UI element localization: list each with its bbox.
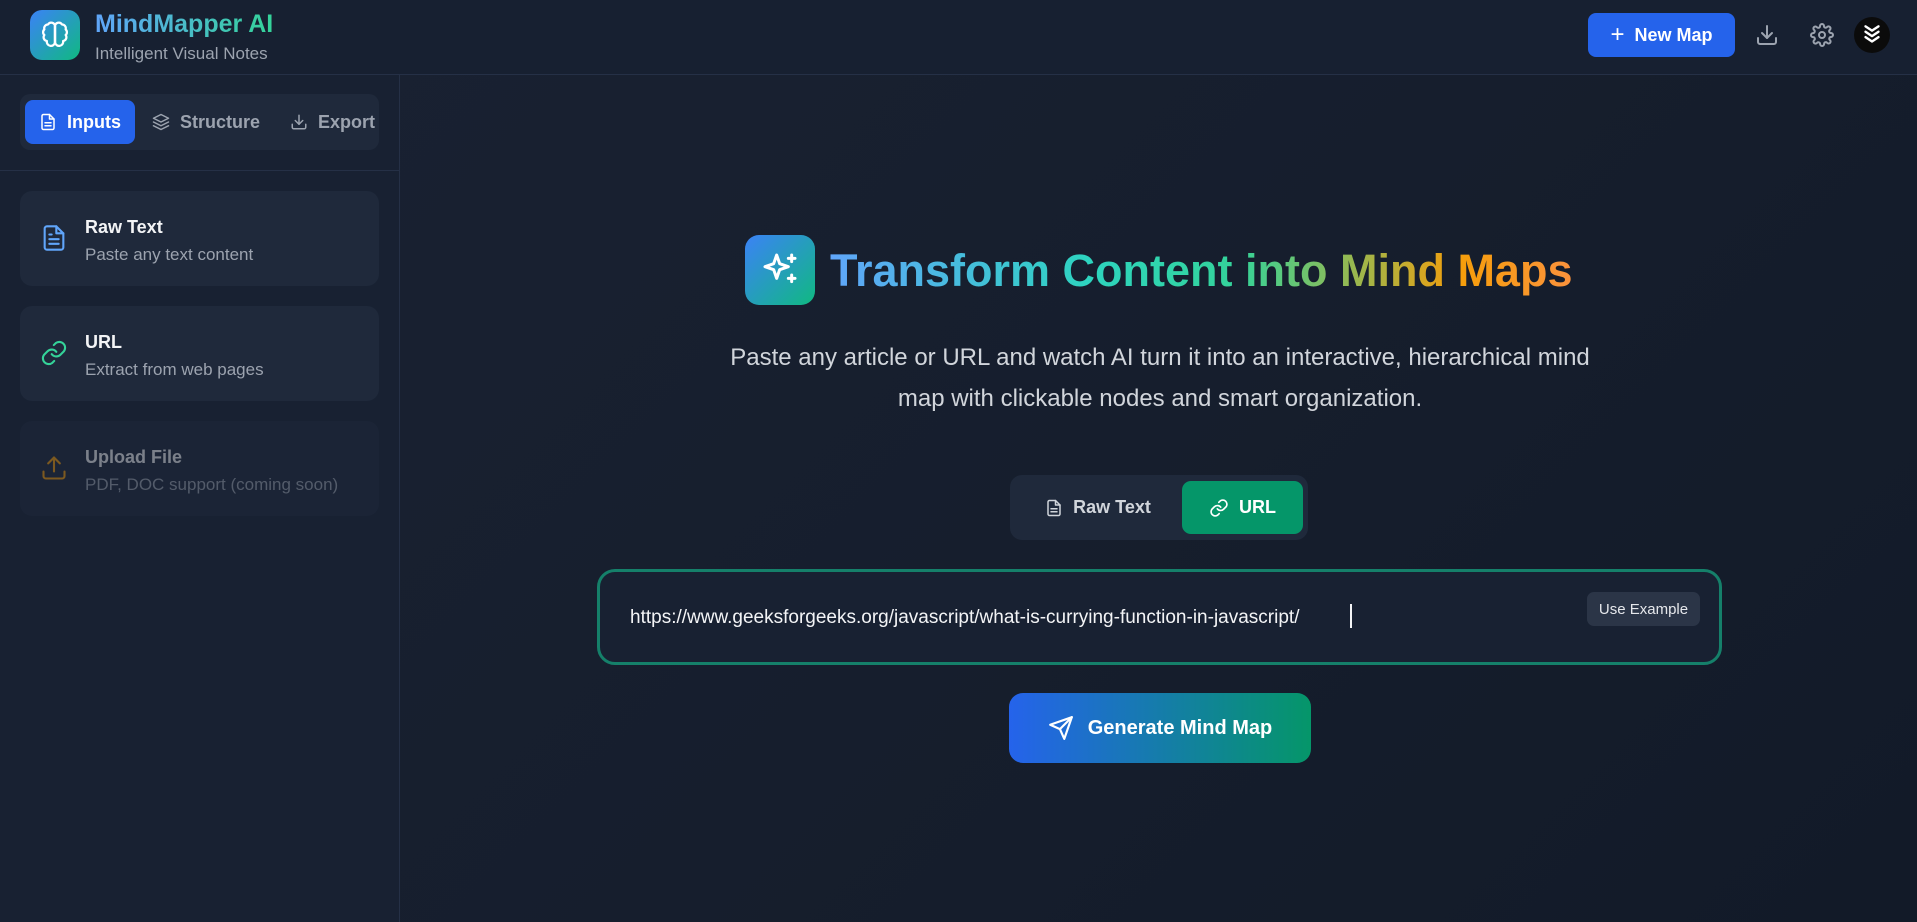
text-caret <box>1350 604 1352 628</box>
plus-icon: + <box>1610 21 1625 48</box>
input-option-description: PDF, DOC support (coming soon) <box>85 475 339 494</box>
input-option-description: Extract from web pages <box>85 360 264 379</box>
mode-url-button[interactable]: URL <box>1182 481 1303 534</box>
avatar[interactable] <box>1854 17 1890 53</box>
sidebar: Inputs Structure Export Raw Text Paste a… <box>0 75 400 922</box>
input-option-title: Raw Text <box>85 217 163 237</box>
app-header: MindMapper AI Intelligent Visual Notes +… <box>0 0 1917 75</box>
mode-url-label: URL <box>1239 497 1276 517</box>
new-map-label: New Map <box>1634 24 1713 45</box>
page-title: Transform Content into Mind Maps <box>830 245 1573 296</box>
input-option-title: Upload File <box>85 447 183 467</box>
file-text-icon <box>1047 499 1061 516</box>
app-title: MindMapper AI <box>95 10 274 38</box>
sparkles-icon <box>745 235 815 305</box>
generate-label: Generate Mind Map <box>1087 716 1273 739</box>
mode-raw-text-label: Raw Text <box>1073 497 1151 517</box>
input-option-url[interactable]: URL Extract from web pages <box>20 306 379 401</box>
file-text-icon <box>37 221 71 255</box>
layers-icon <box>152 113 170 131</box>
page-description: Paste any article or URL and watch AI tu… <box>730 344 1590 412</box>
tab-structure[interactable]: Structure <box>138 100 274 144</box>
tab-export-label: Export <box>318 111 376 132</box>
brain-logo-icon <box>30 10 80 60</box>
url-input[interactable] <box>630 604 1560 632</box>
download-icon <box>291 114 307 130</box>
sidebar-tabs: Inputs Structure Export <box>20 94 379 150</box>
sidebar-divider <box>0 170 400 171</box>
use-example-button[interactable]: Use Example <box>1587 592 1700 626</box>
send-icon <box>1048 716 1073 740</box>
new-map-button[interactable]: + New Map <box>1588 13 1735 57</box>
link-icon <box>37 336 71 370</box>
input-mode-toggle: Raw Text URL <box>1010 475 1308 540</box>
input-option-description: Paste any text content <box>85 245 254 264</box>
download-icon[interactable] <box>1752 20 1782 50</box>
input-option-upload-file: Upload File PDF, DOC support (coming soo… <box>20 421 379 516</box>
tab-export[interactable]: Export <box>276 100 389 144</box>
mode-raw-text-button[interactable]: Raw Text <box>1018 481 1178 534</box>
gear-icon[interactable] <box>1807 20 1837 50</box>
input-option-raw-text[interactable]: Raw Text Paste any text content <box>20 191 379 286</box>
app-subtitle: Intelligent Visual Notes <box>95 44 268 63</box>
input-option-title: URL <box>85 332 122 352</box>
tab-inputs[interactable]: Inputs <box>25 100 135 144</box>
tab-inputs-label: Inputs <box>67 111 121 132</box>
tab-structure-label: Structure <box>180 111 261 132</box>
upload-icon <box>37 451 71 485</box>
generate-mind-map-button[interactable]: Generate Mind Map <box>1009 693 1311 763</box>
link-icon <box>1210 498 1228 517</box>
file-icon <box>41 113 55 131</box>
